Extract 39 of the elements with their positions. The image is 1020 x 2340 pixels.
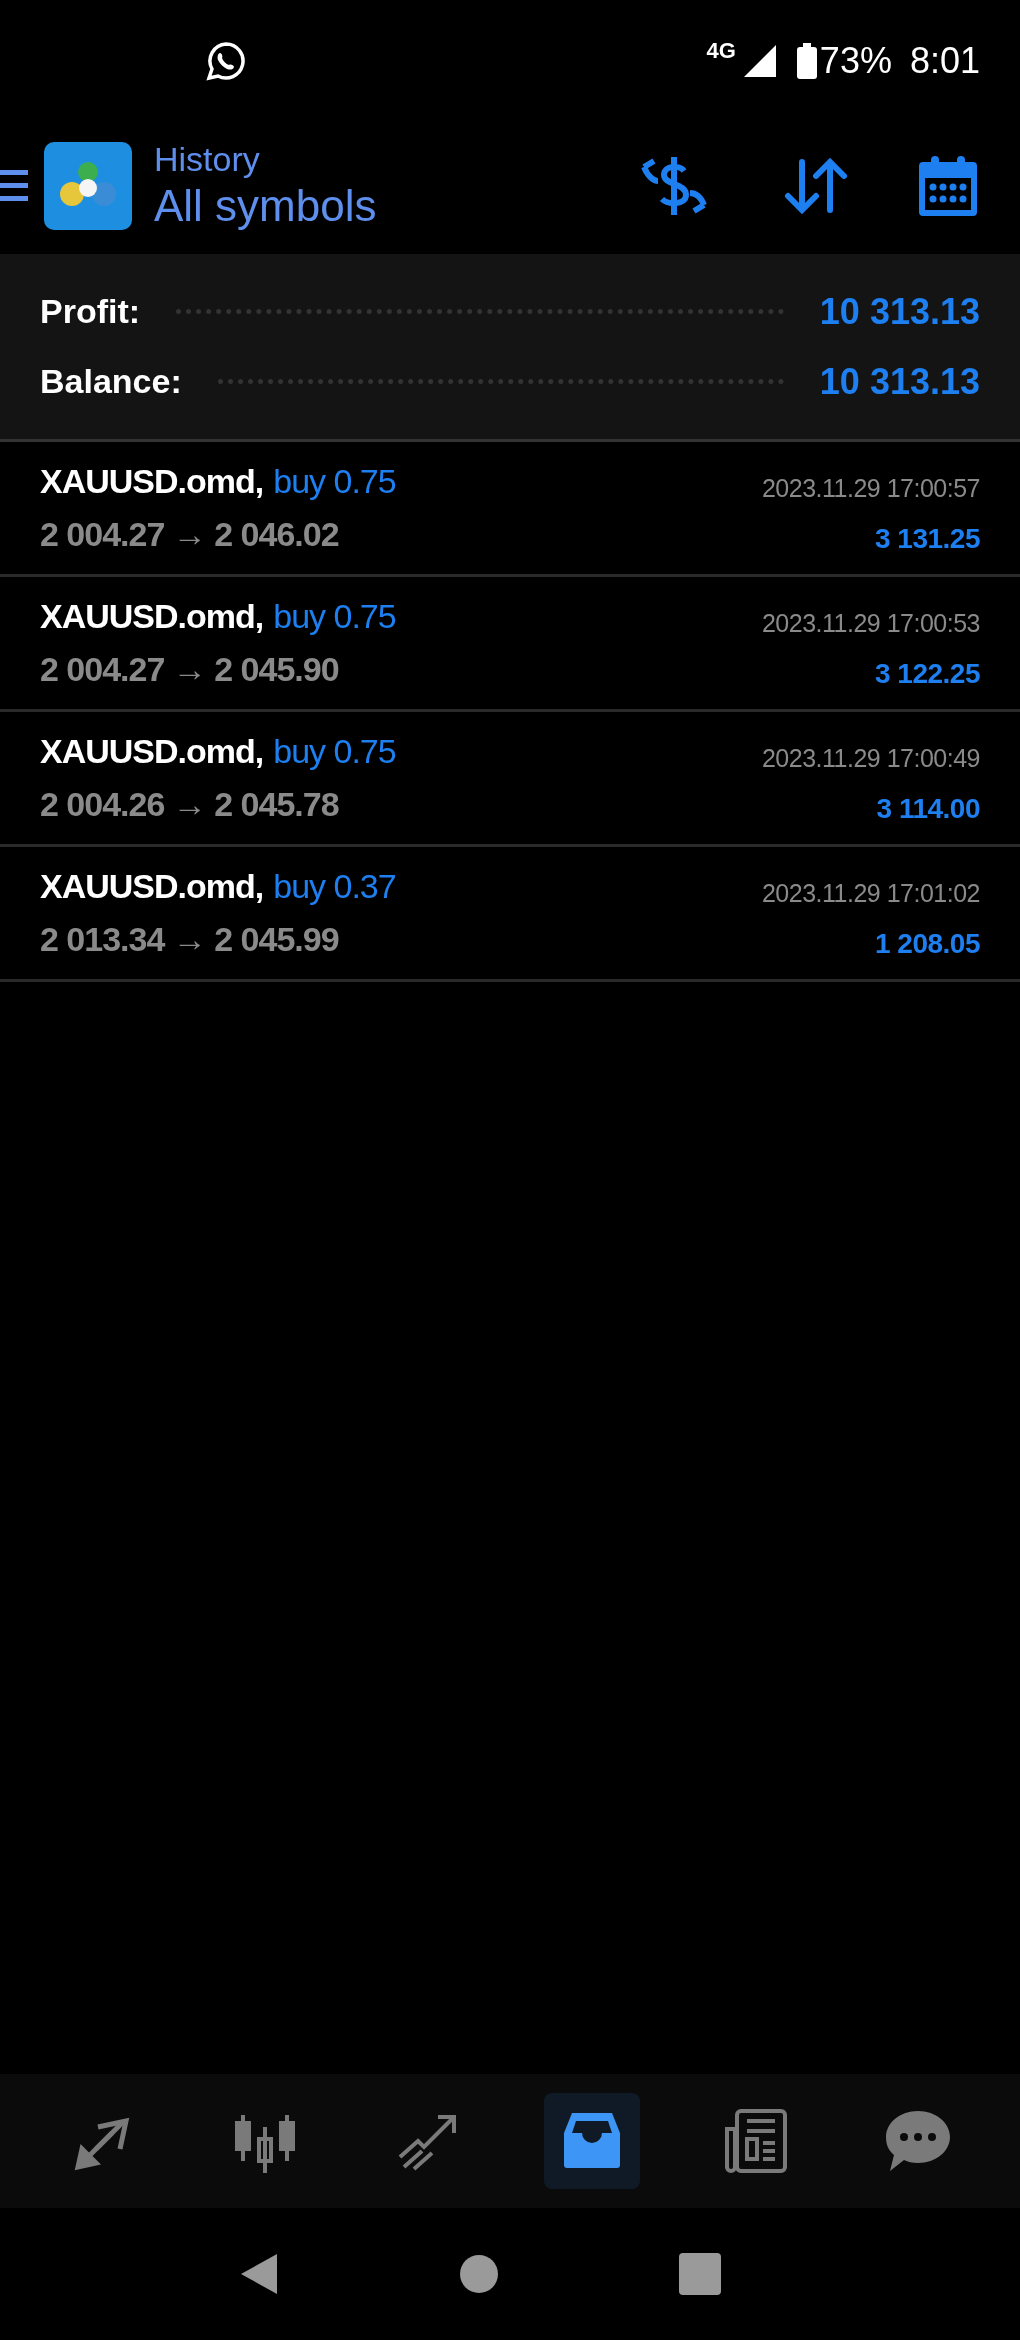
deal-time: 2023.11.29 17:00:49 (761, 742, 980, 774)
deal-side: buy 0.75 (273, 461, 396, 502)
summary-label: Balance: (40, 361, 182, 402)
home-icon[interactable] (459, 2254, 499, 2294)
deal-symbol: XAUUSD.omd, (40, 731, 264, 772)
deal-profit: 3 122.25 (875, 657, 980, 691)
app-logo-icon (44, 142, 132, 230)
whatsapp-icon (206, 41, 246, 81)
deal-side: buy 0.75 (273, 596, 396, 637)
deal-time: 2023.11.29 17:01:02 (761, 877, 980, 909)
deal-symbol: XAUUSD.omd, (40, 596, 264, 637)
screen-title: All symbols (154, 180, 377, 232)
battery-percent: 73% (819, 39, 892, 83)
deal-row[interactable]: XAUUSD.omd, buy 0.75 2023.11.29 17:00:53 2 004.27 → 2 045.90 3 122.25 (0, 577, 1020, 712)
summary-value: 10 313.13 (819, 289, 980, 334)
deal-profit: 1 208.05 (875, 927, 980, 961)
deal-symbol: XAUUSD.omd, (40, 866, 264, 907)
deal-prices: 2 013.34 → 2 045.99 (40, 919, 339, 960)
deal-row[interactable]: XAUUSD.omd, buy 0.37 2023.11.29 17:01:02 2 013.34 → 2 045.99 1 208.05 (0, 847, 1020, 982)
screen-subtitle: History (154, 139, 261, 179)
deal-time: 2023.11.29 17:00:53 (761, 607, 980, 639)
nav-tab[interactable] (543, 2093, 640, 2189)
deal-profit: 3 114.00 (876, 792, 980, 826)
summary-label: Profit: (40, 291, 141, 332)
deal-side: buy 0.37 (273, 866, 396, 907)
deal-row[interactable]: XAUUSD.omd, buy 0.75 2023.11.29 17:00:57 2 004.27 → 2 046.02 3 131.25 (0, 442, 1020, 577)
deal-time: 2023.11.29 17:00:57 (761, 472, 980, 504)
network-type: 4G (706, 37, 736, 65)
back-icon[interactable] (239, 2252, 279, 2296)
deal-row[interactable]: XAUUSD.omd, buy 0.75 2023.11.29 17:00:49 2 004.26 → 2 045.78 3 114.00 (0, 712, 1020, 847)
deal-prices: 2 004.27 → 2 046.02 (40, 514, 339, 555)
deal-prices: 2 004.26 → 2 045.78 (40, 784, 339, 825)
deal-prices: 2 004.27 → 2 045.90 (40, 649, 339, 690)
deal-side: buy 0.75 (273, 731, 396, 772)
battery-icon (795, 43, 818, 79)
deal-symbol: XAUUSD.omd, (40, 461, 264, 502)
clock: 8:01 (909, 39, 980, 83)
deal-profit: 3 131.25 (875, 522, 980, 556)
summary-value: 10 313.13 (819, 359, 980, 404)
